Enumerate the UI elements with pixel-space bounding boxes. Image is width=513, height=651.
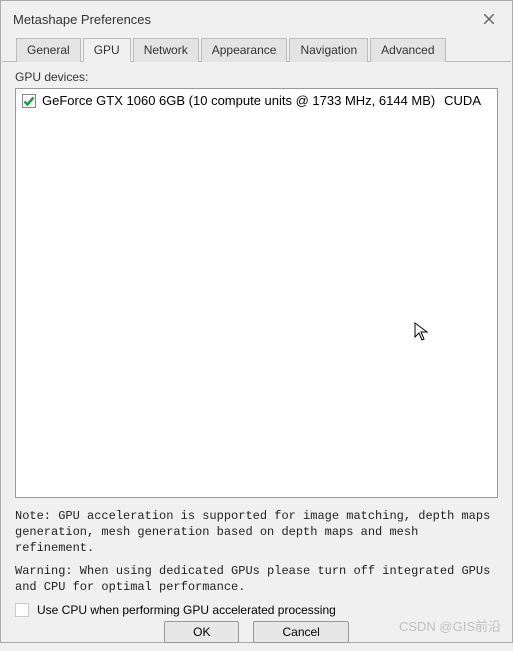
tab-navigation[interactable]: Navigation bbox=[289, 38, 368, 62]
tab-network[interactable]: Network bbox=[133, 38, 199, 62]
use-cpu-row[interactable]: Use CPU when performing GPU accelerated … bbox=[15, 603, 498, 617]
tab-general[interactable]: General bbox=[16, 38, 81, 62]
tab-bar: General GPU Network Appearance Navigatio… bbox=[2, 37, 511, 62]
cancel-button[interactable]: Cancel bbox=[253, 621, 348, 643]
preferences-dialog: Metashape Preferences General GPU Networ… bbox=[0, 0, 513, 643]
close-icon bbox=[484, 14, 494, 24]
gpu-device-checkbox[interactable] bbox=[22, 94, 36, 108]
ok-button[interactable]: OK bbox=[164, 621, 239, 643]
use-cpu-checkbox[interactable] bbox=[15, 603, 29, 617]
tab-appearance[interactable]: Appearance bbox=[201, 38, 288, 62]
use-cpu-label: Use CPU when performing GPU accelerated … bbox=[37, 603, 336, 617]
tab-gpu[interactable]: GPU bbox=[83, 38, 131, 62]
gpu-note-text: Note: GPU acceleration is supported for … bbox=[15, 508, 498, 557]
gpu-device-row[interactable]: GeForce GTX 1060 6GB (10 compute units @… bbox=[16, 89, 497, 112]
gpu-device-name: GeForce GTX 1060 6GB (10 compute units @… bbox=[42, 93, 438, 108]
window-title: Metashape Preferences bbox=[13, 12, 151, 27]
gpu-device-api: CUDA bbox=[444, 93, 481, 108]
gpu-device-list[interactable]: GeForce GTX 1060 6GB (10 compute units @… bbox=[15, 88, 498, 498]
gpu-warning-text: Warning: When using dedicated GPUs pleas… bbox=[15, 563, 498, 595]
checkmark-icon bbox=[23, 95, 35, 107]
tab-advanced[interactable]: Advanced bbox=[370, 38, 445, 62]
tab-content: GPU devices: GeForce GTX 1060 6GB (10 co… bbox=[1, 62, 512, 651]
title-bar: Metashape Preferences bbox=[1, 1, 512, 37]
gpu-devices-label: GPU devices: bbox=[15, 70, 498, 84]
close-button[interactable] bbox=[474, 9, 504, 29]
dialog-buttons: OK Cancel bbox=[15, 621, 498, 643]
